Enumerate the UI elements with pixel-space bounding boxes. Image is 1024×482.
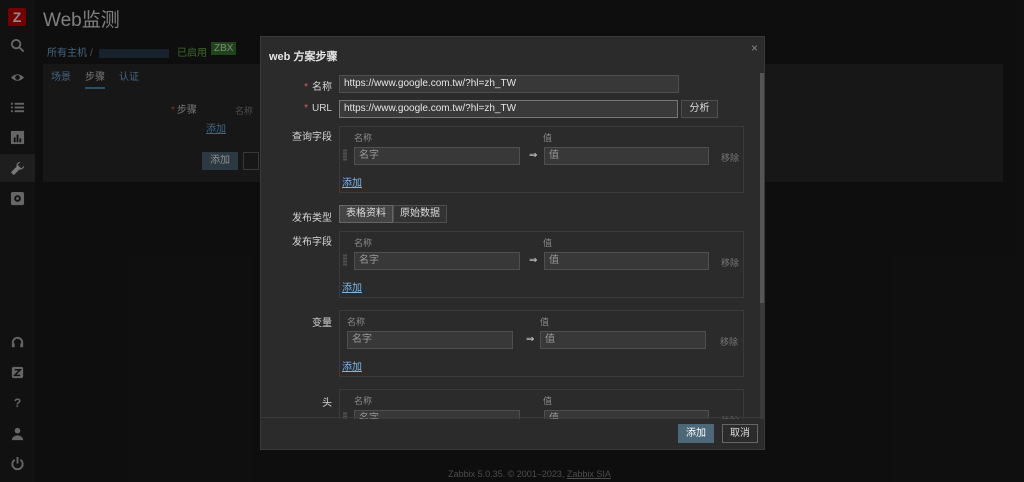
query-name-input[interactable]: 名字: [354, 147, 520, 165]
post-name-input[interactable]: 名字: [354, 252, 520, 270]
dialog-title: web 方案步骤: [269, 51, 338, 63]
headers-table: 名称 值 名字 值 移除: [339, 389, 744, 419]
query-fields-table: 名称 值 名字 ⇒ 值 移除 添加: [339, 126, 744, 193]
headers-label: 头: [322, 398, 332, 409]
variable-remove-button[interactable]: 移除: [720, 335, 738, 348]
query-remove-button[interactable]: 移除: [721, 151, 739, 164]
post-fields-table: 名称 值 名字 ⇒ 值 移除 添加: [339, 231, 744, 298]
scrollbar-thumb[interactable]: [760, 73, 764, 303]
dialog-body: * 名称 https://www.google.com.tw/?hl=zh_TW …: [261, 69, 759, 419]
variables-label: 变量: [312, 318, 332, 329]
post-type-form-data[interactable]: 表格资料: [339, 205, 393, 223]
post-col-value: 值: [543, 238, 553, 248]
post-type-raw-data[interactable]: 原始数据: [393, 205, 447, 223]
variable-value-input[interactable]: 值: [540, 331, 706, 349]
drag-handle-icon[interactable]: [343, 254, 347, 266]
drag-handle-icon[interactable]: [343, 149, 347, 161]
post-col-name: 名称: [354, 238, 373, 248]
variable-name-input[interactable]: 名字: [347, 331, 513, 349]
query-add-link[interactable]: 添加: [342, 174, 362, 189]
name-label: * 名称: [304, 82, 332, 93]
post-remove-button[interactable]: 移除: [721, 256, 739, 269]
cancel-button[interactable]: 取消: [722, 424, 758, 443]
post-type-toggle: 表格资料 原始数据: [339, 205, 447, 223]
dialog-footer: 添加 取消: [261, 417, 764, 449]
post-value-input[interactable]: 值: [544, 252, 709, 270]
close-icon[interactable]: ×: [751, 41, 758, 55]
url-label: * URL: [304, 103, 332, 114]
arrow-icon: ⇒: [529, 255, 538, 266]
post-fields-label: 发布字段: [292, 237, 332, 248]
query-col-name: 名称: [354, 133, 373, 143]
query-value-input[interactable]: 值: [544, 147, 709, 165]
variable-add-link[interactable]: 添加: [342, 358, 362, 373]
name-input[interactable]: https://www.google.com.tw/?hl=zh_TW: [339, 75, 679, 93]
variables-col-value: 值: [540, 317, 550, 327]
query-fields-label: 查询字段: [292, 132, 332, 143]
query-col-value: 值: [543, 133, 553, 143]
variables-table: 名称 值 名字 ⇒ 值 移除 添加: [339, 310, 744, 377]
parse-button[interactable]: 分析: [681, 100, 718, 118]
arrow-icon: ⇒: [529, 150, 538, 161]
add-button[interactable]: 添加: [678, 424, 714, 443]
post-add-link[interactable]: 添加: [342, 279, 362, 294]
variables-col-name: 名称: [347, 317, 366, 327]
step-dialog: web 方案步骤 × * 名称 https://www.google.com.tw…: [260, 36, 765, 450]
arrow-icon: ⇒: [526, 334, 535, 345]
headers-col-value: 值: [543, 396, 553, 406]
url-input[interactable]: https://www.google.com.tw/?hl=zh_TW: [339, 100, 678, 118]
dialog-scrollbar[interactable]: [760, 73, 764, 419]
post-type-label: 发布类型: [292, 213, 332, 224]
headers-col-name: 名称: [354, 396, 373, 406]
